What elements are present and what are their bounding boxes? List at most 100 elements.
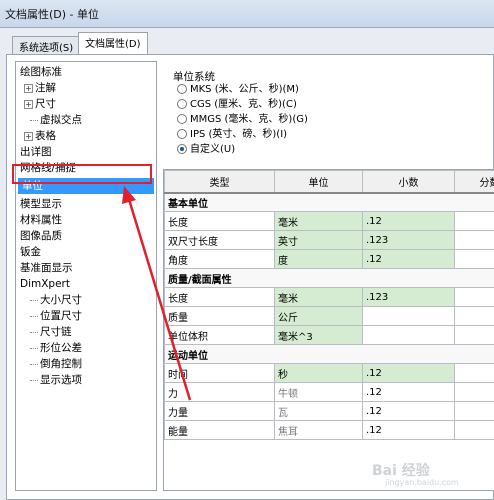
tree-item-8[interactable]: 模型显示	[20, 196, 62, 212]
table-row: 力牛顿 .12	[164, 382, 494, 402]
type-cell: 双尺寸长度	[164, 230, 275, 250]
type-cell: 单位体积	[164, 325, 275, 345]
decimal-cell[interactable]: .12	[362, 420, 455, 440]
column-header[interactable]: 单位	[274, 170, 363, 194]
table-row: 时间秒 .12	[164, 363, 494, 383]
unit-system-radio-4[interactable]: 自定义(U)	[177, 143, 235, 157]
radio-button-icon[interactable]	[177, 114, 187, 124]
table-row: 力量瓦 .12	[164, 401, 494, 421]
decimal-cell[interactable]: .12	[362, 363, 455, 383]
unit-cell[interactable]: 毫米	[274, 287, 363, 307]
tree-item-4[interactable]: + 表格	[24, 128, 56, 144]
radio-label: MMGS (毫米、克、秒)(G)	[190, 114, 308, 125]
fraction-cell[interactable]	[454, 211, 494, 231]
tree-connector	[30, 299, 38, 301]
decimal-cell[interactable]: .12	[362, 249, 455, 269]
unit-cell[interactable]: 毫米^3	[274, 325, 363, 345]
unit-cell[interactable]: 牛顿	[274, 382, 363, 402]
tree-item-13[interactable]: DimXpert	[20, 276, 70, 292]
tab-system-options[interactable]: 系统选项(S)	[12, 36, 81, 54]
unit-cell[interactable]: 秒	[274, 363, 363, 383]
tree-item-label: 位置尺寸	[40, 310, 82, 322]
unit-system-radio-1[interactable]: CGS (厘米、克、秒)(C)	[177, 98, 297, 112]
unit-cell[interactable]: 公斤	[274, 306, 363, 326]
radio-label: 自定义(U)	[190, 144, 236, 155]
radio-button-icon[interactable]	[177, 144, 187, 154]
expand-icon[interactable]: +	[24, 131, 33, 141]
tree-item-label: 显示选项	[40, 374, 82, 386]
table-row: 角度度 .12	[164, 249, 494, 269]
unit-system-radio-0[interactable]: MKS (米、公斤、秒)(M)	[177, 83, 299, 97]
fraction-cell[interactable]	[454, 249, 494, 269]
fraction-cell[interactable]	[454, 325, 494, 345]
column-header[interactable]: 小数	[362, 170, 455, 194]
tree-item-18[interactable]: 倒角控制	[30, 356, 82, 372]
unit-cell[interactable]: 瓦	[274, 401, 363, 421]
property-tree[interactable]: 绘图标准 + 注解 + 尺寸 虚拟交点 + 表格 出详图 网格线/捕捉 单位 模型显示 材料属性 图像品质…	[15, 61, 157, 491]
tree-connector	[30, 331, 38, 333]
decimal-cell[interactable]: .12	[362, 382, 455, 402]
decimal-cell[interactable]: .123	[362, 287, 455, 307]
column-header[interactable]: 类型	[164, 170, 275, 194]
tree-item-11[interactable]: 钣金	[20, 244, 41, 260]
radio-button-icon[interactable]	[177, 99, 187, 109]
type-cell: 能量	[164, 420, 275, 440]
decimal-cell[interactable]	[362, 306, 455, 326]
tree-item-1[interactable]: + 注解	[24, 80, 56, 96]
expand-icon[interactable]: +	[24, 99, 33, 109]
tree-item-5[interactable]: 出详图	[20, 144, 52, 160]
fraction-cell[interactable]	[454, 401, 494, 421]
decimal-cell[interactable]: .12	[362, 401, 455, 421]
fraction-cell[interactable]	[454, 382, 494, 402]
tree-item-15[interactable]: 位置尺寸	[30, 308, 82, 324]
units-grid[interactable]: 类型单位小数分数 基本单位长度毫米.12双尺寸长度英寸.123角度度.12质量/…	[163, 169, 494, 491]
unit-cell[interactable]: 度	[274, 249, 363, 269]
tree-item-3[interactable]: 虚拟交点	[30, 112, 82, 128]
tree-item-10[interactable]: 图像品质	[20, 228, 62, 244]
tree-item-16[interactable]: 尺寸链	[30, 324, 72, 340]
fraction-cell[interactable]	[454, 363, 494, 383]
watermark-logo: Bai 经验	[372, 463, 430, 479]
decimal-cell[interactable]: .12	[362, 211, 455, 231]
section-label: 运动单位	[164, 344, 494, 364]
tab-document-properties[interactable]: 文档属性(D)	[78, 32, 148, 54]
tree-item-14[interactable]: 大小尺寸	[30, 292, 82, 308]
tree-item-label: 基准面显示	[20, 262, 73, 274]
unit-cell[interactable]: 焦耳	[274, 420, 363, 440]
expand-icon[interactable]: +	[24, 83, 33, 93]
table-row: 质量 公斤	[164, 306, 494, 326]
radio-button-icon[interactable]	[177, 129, 187, 139]
tree-item-17[interactable]: 形位公差	[30, 340, 82, 356]
title-bar: 文档属性(D) - 单位	[0, 0, 494, 28]
watermark-url: jingyan.baidu.com	[385, 478, 459, 487]
tree-item-label: 尺寸链	[40, 326, 72, 338]
unit-system-radio-2[interactable]: MMGS (毫米、克、秒)(G)	[177, 113, 308, 127]
table-row: 双尺寸长度 英寸 .123	[164, 230, 494, 250]
tab-strip: 系统选项(S) 文档属性(D)	[0, 28, 494, 54]
dialog-body: 绘图标准 + 注解 + 尺寸 虚拟交点 + 表格 出详图 网格线/捕捉 单位 模型显示 材料属性 图像品质…	[6, 54, 494, 500]
tree-item-9[interactable]: 材料属性	[20, 212, 62, 228]
tree-item-12[interactable]: 基准面显示	[20, 260, 73, 276]
section-row: 质量/截面属性	[164, 268, 494, 288]
fraction-cell[interactable]	[454, 306, 494, 326]
decimal-cell[interactable]	[362, 325, 455, 345]
tree-item-2[interactable]: + 尺寸	[24, 96, 56, 112]
tree-item-0[interactable]: 绘图标准	[20, 64, 62, 80]
tree-item-label: 材料属性	[20, 214, 62, 226]
window-title: 文档属性(D) - 单位	[5, 8, 100, 21]
decimal-cell[interactable]: .123	[362, 230, 455, 250]
unit-cell[interactable]: 毫米	[274, 211, 363, 231]
fraction-cell[interactable]	[454, 287, 494, 307]
unit-cell[interactable]: 英寸	[274, 230, 363, 250]
tree-item-19[interactable]: 显示选项	[30, 372, 82, 388]
tree-connector	[30, 379, 38, 381]
tree-item-label: DimXpert	[20, 278, 70, 290]
tree-item-label: 倒角控制	[40, 358, 82, 370]
fraction-cell[interactable]	[454, 420, 494, 440]
column-header[interactable]: 分数	[454, 170, 494, 194]
unit-system-radio-3[interactable]: IPS (英寸、磅、秒)(I)	[177, 128, 287, 142]
radio-button-icon[interactable]	[177, 84, 187, 94]
fraction-cell[interactable]	[454, 230, 494, 250]
tree-connector	[30, 119, 38, 121]
type-cell: 长度	[164, 211, 275, 231]
